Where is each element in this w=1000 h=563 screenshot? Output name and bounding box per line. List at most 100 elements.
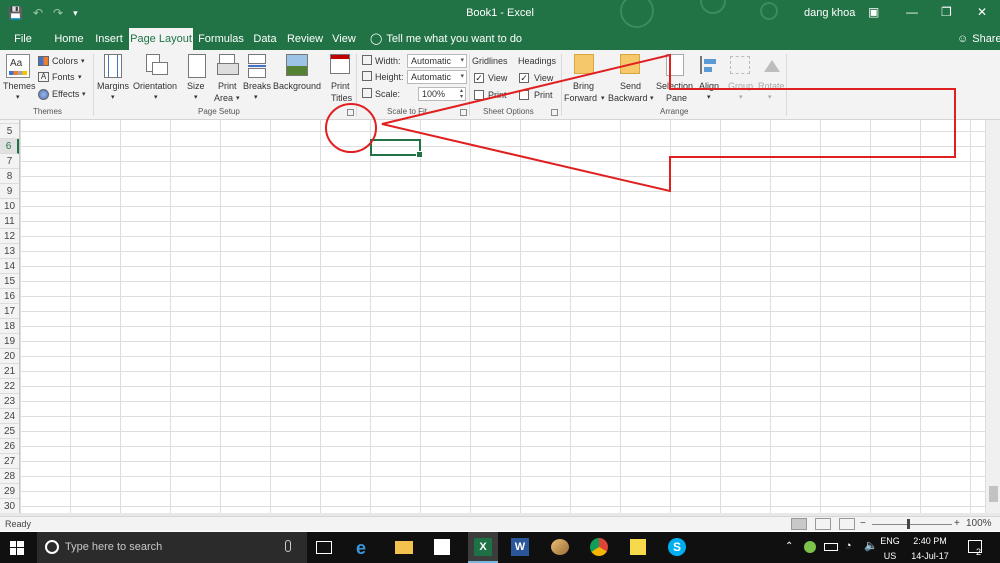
scale-spinner[interactable]: 100% ▴ ▾ <box>418 87 466 101</box>
width-select[interactable]: Automatic ▾ <box>407 54 467 68</box>
print-area-dropdown-icon[interactable]: ▾ <box>236 93 240 104</box>
worksheet-grid[interactable]: 4 5 6 7 8 9 10 11 12 13 14 15 16 17 18 1… <box>0 120 985 513</box>
skype-icon[interactable]: S <box>668 538 686 556</box>
restore-icon[interactable]: ❐ <box>941 5 952 19</box>
row-header[interactable]: 5 <box>0 124 19 139</box>
paint-icon[interactable] <box>551 539 569 555</box>
colors-dropdown-icon[interactable]: ▾ <box>81 56 85 67</box>
colors-button[interactable]: Colors <box>52 56 78 67</box>
windows-start-icon[interactable] <box>10 541 24 555</box>
row-header[interactable]: 24 <box>0 409 19 424</box>
size-icon[interactable] <box>188 54 206 78</box>
row-header[interactable]: 28 <box>0 469 19 484</box>
row-header[interactable]: 8 <box>0 169 19 184</box>
bring-forward-icon[interactable] <box>574 54 594 74</box>
language-indicator[interactable]: ENG US <box>877 535 903 562</box>
tab-file[interactable]: File <box>6 28 40 50</box>
send-backward-dropdown-icon[interactable]: ▾ <box>650 93 654 104</box>
themes-dropdown-icon[interactable]: ▾ <box>16 92 20 103</box>
print-titles-label-1[interactable]: Print <box>331 81 350 92</box>
effects-button[interactable]: Effects <box>52 89 79 100</box>
height-select[interactable]: Automatic ▾ <box>407 70 467 84</box>
zoom-slider-knob[interactable] <box>907 519 910 529</box>
sticky-notes-icon[interactable] <box>630 539 646 555</box>
row-header[interactable]: 15 <box>0 274 19 289</box>
breaks-dropdown-icon[interactable]: ▾ <box>254 92 258 103</box>
headings-print-checkbox[interactable] <box>519 90 529 100</box>
excel-taskbar-icon[interactable]: X <box>468 532 498 563</box>
taskbar-search-box[interactable]: Type here to search <box>37 532 307 563</box>
print-titles-label-2[interactable]: Titles <box>331 93 352 104</box>
scale-to-fit-dialog-launcher[interactable] <box>460 109 467 116</box>
clock[interactable]: 2:40 PM 14-Jul-17 <box>908 535 952 562</box>
tab-review[interactable]: Review <box>285 28 325 50</box>
align-icon[interactable] <box>700 56 720 74</box>
tray-overflow-icon[interactable]: ⌃ <box>785 541 793 553</box>
align-dropdown-icon[interactable]: ▾ <box>707 92 711 103</box>
row-header-active[interactable]: 6 <box>0 139 19 154</box>
normal-view-icon[interactable] <box>791 518 807 530</box>
bring-forward-label-1[interactable]: Bring <box>573 81 594 92</box>
word-taskbar-icon[interactable]: W <box>511 538 529 556</box>
send-backward-label-1[interactable]: Send <box>620 81 641 92</box>
tab-formulas[interactable]: Formulas <box>196 28 246 50</box>
size-label[interactable]: Size <box>187 81 205 92</box>
row-header[interactable]: 12 <box>0 229 19 244</box>
row-header[interactable]: 23 <box>0 394 19 409</box>
row-header[interactable]: 25 <box>0 424 19 439</box>
store-icon[interactable] <box>434 539 450 555</box>
zoom-out-button[interactable]: − <box>860 518 866 529</box>
gridlines-print-checkbox[interactable] <box>474 90 484 100</box>
page-break-preview-icon[interactable] <box>839 518 855 530</box>
breaks-icon[interactable] <box>248 54 266 78</box>
page-layout-view-icon[interactable] <box>815 518 831 530</box>
row-header[interactable]: 27 <box>0 454 19 469</box>
margins-icon[interactable] <box>104 54 122 78</box>
row-header[interactable]: 26 <box>0 439 19 454</box>
sheet-options-dialog-launcher[interactable] <box>551 109 558 116</box>
orientation-label[interactable]: Orientation <box>133 81 177 92</box>
themes-button-label[interactable]: Themes <box>3 81 36 92</box>
share-button[interactable]: ☺ Share <box>957 28 1000 50</box>
row-header[interactable]: 9 <box>0 184 19 199</box>
tell-me-box[interactable]: ◯ Tell me what you want to do <box>370 28 522 50</box>
minimize-icon[interactable]: — <box>906 5 918 19</box>
tray-app-icon[interactable] <box>804 541 816 553</box>
file-explorer-icon[interactable] <box>395 541 413 554</box>
active-cell[interactable] <box>370 139 423 158</box>
zoom-level[interactable]: 100% <box>966 518 992 529</box>
bring-forward-label-2[interactable]: Forward <box>564 93 597 104</box>
spinner-arrows-icon[interactable]: ▴ ▾ <box>460 88 463 100</box>
background-icon[interactable] <box>286 54 308 76</box>
selection-pane-label-1[interactable]: Selection <box>656 81 693 92</box>
selection-pane-label-2[interactable]: Pane <box>666 93 687 104</box>
edge-icon[interactable]: e <box>356 538 376 558</box>
chrome-icon[interactable] <box>590 538 608 556</box>
task-view-icon[interactable] <box>316 541 332 554</box>
battery-icon[interactable] <box>824 543 838 551</box>
row-header[interactable]: 16 <box>0 289 19 304</box>
row-header[interactable]: 20 <box>0 349 19 364</box>
row-header[interactable]: 7 <box>0 154 19 169</box>
row-header[interactable]: 21 <box>0 364 19 379</box>
align-label[interactable]: Align <box>699 81 719 92</box>
margins-label[interactable]: Margins <box>97 81 129 92</box>
tab-page-layout[interactable]: Page Layout <box>129 28 193 50</box>
selection-pane-icon[interactable] <box>666 54 684 76</box>
row-header[interactable]: 18 <box>0 319 19 334</box>
send-backward-icon[interactable] <box>620 54 640 74</box>
tab-view[interactable]: View <box>328 28 360 50</box>
gridlines-view-checkbox[interactable]: ✓ <box>474 73 484 83</box>
print-area-label-2[interactable]: Area <box>214 93 233 104</box>
orientation-icon[interactable] <box>146 54 168 78</box>
tab-insert[interactable]: Insert <box>90 28 128 50</box>
row-header[interactable]: 29 <box>0 484 19 499</box>
volume-icon[interactable]: 🔈 <box>864 540 878 552</box>
network-icon[interactable]: ◔ <box>845 540 852 552</box>
zoom-in-button[interactable]: + <box>954 518 960 529</box>
cell-gridlines[interactable] <box>20 120 985 513</box>
row-header[interactable]: 10 <box>0 199 19 214</box>
row-header[interactable]: 11 <box>0 214 19 229</box>
page-setup-dialog-launcher[interactable] <box>347 109 354 116</box>
margins-dropdown-icon[interactable]: ▾ <box>111 92 115 103</box>
